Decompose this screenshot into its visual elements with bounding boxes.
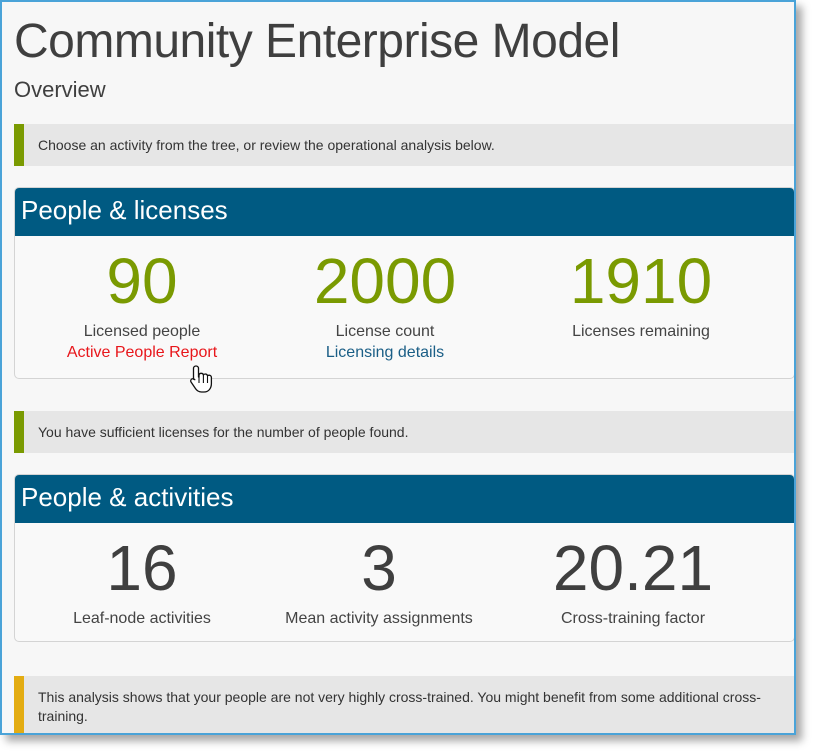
overview-window: Community Enterprise Model Overview Choo… <box>0 0 796 735</box>
stat-label: Leaf-node activities <box>73 610 211 627</box>
cross-training-notice-text: This analysis shows that your people are… <box>38 689 761 724</box>
stat-label: License count <box>335 323 435 340</box>
stat-value: 20.21 <box>552 532 714 604</box>
licenses-notice: You have sufficient licenses for the num… <box>14 411 794 453</box>
people-activities-stats: 16 Leaf-node activities 3 Mean activity … <box>15 523 794 641</box>
licensing-details-link[interactable]: Licensing details <box>326 342 444 363</box>
people-licenses-panel: People & licenses 90 Licensed people Act… <box>14 187 794 379</box>
intro-notice-text: Choose an activity from the tree, or rev… <box>38 136 495 153</box>
stat-value: 2000 <box>313 245 457 317</box>
page-title: Community Enterprise Model <box>14 15 620 68</box>
intro-notice: Choose an activity from the tree, or rev… <box>14 124 794 166</box>
stat-value: 1910 <box>569 245 713 317</box>
stat-value: 90 <box>106 245 178 317</box>
licenses-notice-text: You have sufficient licenses for the num… <box>38 423 409 440</box>
people-activities-panel: People & activities 16 Leaf-node activit… <box>14 474 794 642</box>
stat-label: Licenses remaining <box>572 323 710 340</box>
notice-accent-bar <box>14 676 24 733</box>
stat-label: Licensed people <box>83 323 201 340</box>
notice-accent-bar <box>14 411 24 453</box>
stat-label: Mean activity assignments <box>285 610 473 627</box>
stat-mean-activity-assignments: 3 Mean activity assignments <box>252 523 506 629</box>
stat-leaf-node-activities: 16 Leaf-node activities <box>15 523 269 629</box>
page-subtitle: Overview <box>14 77 106 102</box>
stat-licenses-remaining: 1910 Licenses remaining <box>514 236 768 342</box>
stat-label: Cross-training factor <box>560 610 706 627</box>
active-people-report-link[interactable]: Active People Report <box>67 342 217 363</box>
stat-value: 16 <box>106 532 178 604</box>
stat-license-count: 2000 License count Licensing details <box>258 236 512 363</box>
cross-training-notice: This analysis shows that your people are… <box>14 676 794 733</box>
stat-licensed-people: 90 Licensed people Active People Report <box>15 236 269 363</box>
stat-cross-training-factor: 20.21 Cross-training factor <box>506 523 760 629</box>
people-licenses-header: People & licenses <box>15 188 794 236</box>
people-licenses-stats: 90 Licensed people Active People Report … <box>15 236 794 378</box>
hand-pointer-icon <box>190 365 213 393</box>
people-activities-header: People & activities <box>15 475 794 523</box>
notice-accent-bar <box>14 124 24 166</box>
stat-value: 3 <box>361 532 397 604</box>
